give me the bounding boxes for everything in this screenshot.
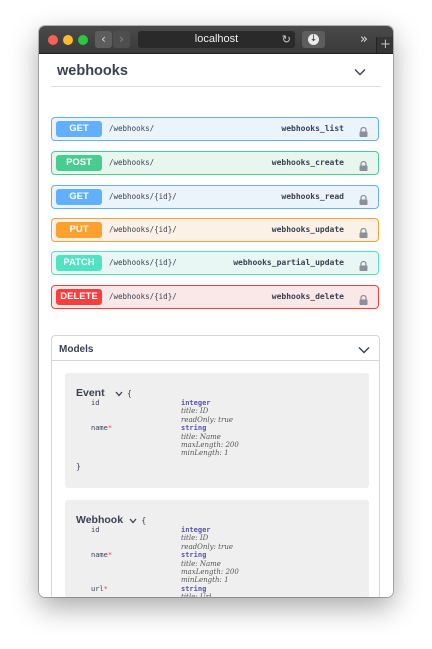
required-marker: *	[107, 424, 113, 433]
chevron-down-icon[interactable]	[354, 68, 366, 78]
http-method-badge: PUT	[56, 222, 102, 238]
http-method-badge: PATCH	[56, 255, 102, 271]
chevron-left-icon: ‹	[101, 32, 106, 46]
operation-id: webhooks_create	[271, 158, 344, 167]
http-method-badge: GET	[56, 121, 102, 137]
plus-icon: +	[380, 37, 391, 52]
download-icon: ↓	[308, 34, 319, 45]
endpoint-path: /webhooks/	[109, 158, 155, 167]
property-attribute: minLength: 1	[181, 449, 229, 458]
property-attribute: title: Name	[181, 432, 221, 441]
close-brace: }	[76, 461, 81, 471]
browser-window: ‹ › localhost ↻ ↓ » + webhooks GET/webho…	[39, 26, 393, 597]
open-brace: {	[127, 389, 132, 398]
required-marker: *	[103, 584, 108, 593]
new-tab-button[interactable]: +	[376, 37, 393, 53]
property-attribute: maxLength: 200	[181, 440, 239, 449]
http-method-badge: DELETE	[56, 289, 102, 305]
more-toolbar-button[interactable]: »	[360, 31, 368, 48]
chevron-down-icon[interactable]	[358, 346, 370, 356]
endpoint-path: /webhooks/{id}/	[109, 225, 177, 234]
models-title[interactable]: Models	[59, 344, 93, 355]
property-attribute: title: Name	[181, 559, 221, 568]
property-type: integer	[181, 526, 211, 534]
model-box: Event { id integer title: ID readOnly: true na…	[65, 373, 369, 488]
operation-id: webhooks_list	[281, 124, 344, 133]
property-name: url*	[91, 584, 108, 593]
model-name[interactable]: Webhook	[76, 514, 123, 526]
endpoint-path: /webhooks/	[109, 124, 155, 133]
zoom-window-button[interactable]	[78, 35, 88, 45]
operation-row[interactable]: GET/webhooks/webhooks_list	[51, 117, 379, 141]
section-divider	[51, 86, 381, 87]
endpoint-path: /webhooks/{id}/	[109, 292, 177, 301]
endpoint-path: /webhooks/{id}/	[109, 258, 177, 267]
property-attribute: readOnly: true	[181, 415, 233, 424]
operation-id: webhooks_delete	[271, 292, 344, 301]
lock-icon[interactable]	[359, 258, 368, 271]
operation-row[interactable]: GET/webhooks/{id}/ webhooks_read	[51, 185, 379, 209]
property-name: id	[91, 526, 100, 534]
property-type: integer	[181, 399, 211, 407]
open-brace: {	[141, 516, 147, 525]
browser-toolbar: ‹ › localhost ↻ ↓ » +	[39, 26, 393, 54]
chevron-down-icon[interactable]	[129, 518, 139, 528]
property-name: id	[91, 399, 100, 407]
lock-icon[interactable]	[359, 292, 368, 305]
operation-row[interactable]: PATCH/webhooks/{id}/ webhooks_partial_upd…	[51, 251, 379, 275]
address-bar[interactable]: localhost ↻	[138, 31, 295, 48]
chevron-right-icon: ›	[119, 32, 124, 46]
models-panel: Models Event{id integer title: ID readOnly:…	[51, 335, 380, 597]
http-method-badge: GET	[56, 189, 102, 205]
property-attribute: title: ID	[181, 534, 209, 543]
operation-id: webhooks_partial_update	[233, 258, 344, 267]
http-method-badge: POST	[56, 155, 102, 171]
property-attribute: readOnly: true	[181, 542, 233, 551]
operation-row[interactable]: PUT/webhooks/{id}/ webhooks_update	[51, 218, 379, 242]
models-divider	[52, 360, 379, 361]
property-type: string	[181, 424, 207, 433]
property-attribute: minLength: 1	[181, 576, 229, 585]
property-attribute: title: Url	[181, 593, 211, 597]
operation-id: webhooks_read	[281, 192, 344, 201]
double-chevron-icon: »	[360, 32, 368, 47]
reload-icon[interactable]: ↻	[282, 31, 291, 48]
model-name[interactable]: Event	[76, 387, 105, 399]
close-window-button[interactable]	[48, 35, 58, 45]
address-text: localhost	[194, 33, 239, 45]
lock-icon[interactable]	[359, 124, 368, 137]
operation-id: webhooks_update	[271, 225, 344, 234]
model-box: Webhook { id integer title: ID readOnly: true…	[65, 500, 369, 597]
lock-icon[interactable]	[359, 225, 368, 238]
section-title[interactable]: webhooks	[57, 63, 128, 79]
back-button[interactable]: ‹	[95, 31, 112, 48]
chevron-down-icon[interactable]	[115, 391, 125, 401]
operation-row[interactable]: POST/webhooks/webhooks_create	[51, 151, 379, 175]
property-name: name*	[91, 424, 113, 433]
property-type: string	[181, 551, 207, 560]
lock-icon[interactable]	[359, 192, 368, 205]
property-name: name*	[91, 551, 113, 560]
lock-icon[interactable]	[359, 158, 368, 171]
property-attribute: title: ID	[181, 407, 209, 416]
forward-button[interactable]: ›	[113, 31, 130, 48]
downloads-button[interactable]: ↓	[302, 31, 325, 48]
endpoint-path: /webhooks/{id}/	[109, 192, 177, 201]
operation-row[interactable]: DELETE/webhooks/{id}/ webhooks_delete	[51, 285, 379, 309]
required-marker: *	[107, 551, 113, 560]
property-attribute: maxLength: 200	[181, 567, 239, 576]
minimize-window-button[interactable]	[63, 35, 73, 45]
page-content: webhooks GET/webhooks/webhooks_list POST /…	[39, 54, 393, 597]
property-type: string	[181, 584, 207, 593]
